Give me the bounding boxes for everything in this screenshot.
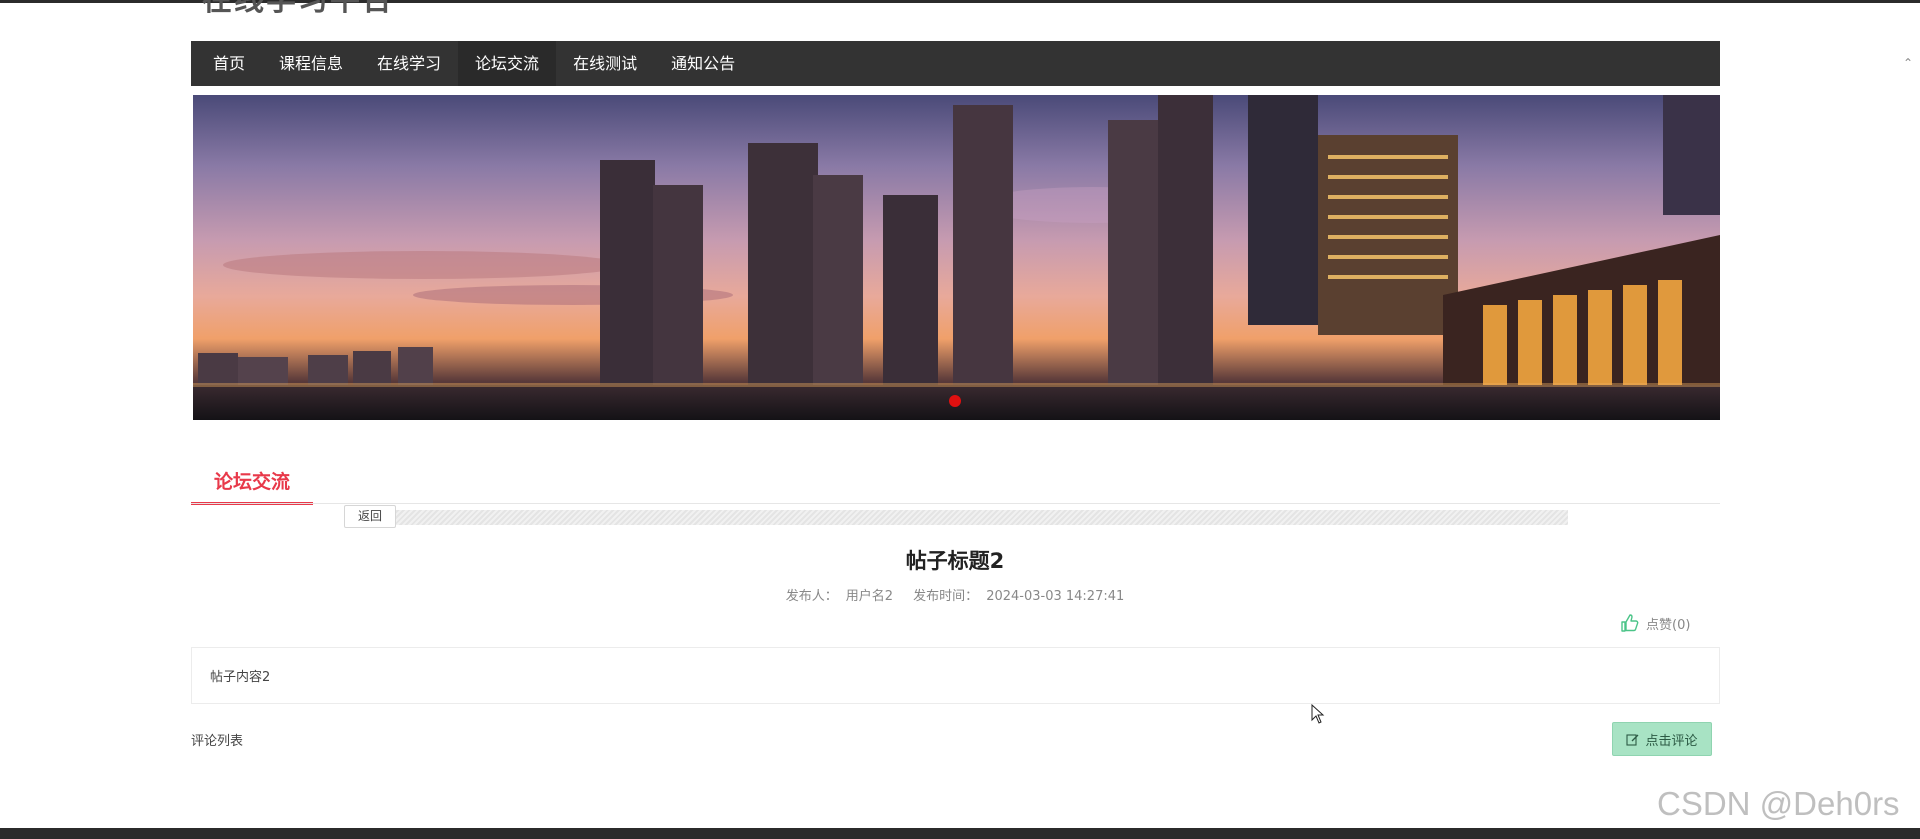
- nav-announcements[interactable]: 通知公告: [654, 41, 752, 86]
- like-button[interactable]: 点赞(0): [1620, 612, 1690, 634]
- back-button[interactable]: 返回: [344, 505, 396, 528]
- nav-courses[interactable]: 课程信息: [262, 41, 360, 86]
- add-comment-label: 点击评论: [1645, 733, 1698, 749]
- watermark: CSDN @Deh0rs: [1657, 785, 1900, 822]
- main-navbar: 首页 课程信息 在线学习 论坛交流 在线测试 通知公告: [191, 41, 1720, 86]
- nav-online-test[interactable]: 在线测试: [556, 41, 654, 86]
- back-bar-background: [394, 510, 1568, 525]
- publisher-name: 用户名2: [845, 589, 894, 604]
- edit-icon: [1626, 733, 1639, 746]
- banner-carousel[interactable]: [193, 95, 1720, 420]
- scroll-indicator: ⌃: [1903, 56, 1914, 70]
- mouse-cursor-icon: [1311, 704, 1325, 724]
- page-footer: [0, 828, 1920, 839]
- section-divider: [191, 503, 1720, 504]
- tab-forum[interactable]: 论坛交流: [191, 462, 313, 505]
- site-title: 在线学习平台: [202, 0, 394, 18]
- carousel-indicator-dot[interactable]: [949, 395, 961, 407]
- nav-forum[interactable]: 论坛交流: [458, 41, 557, 86]
- post-meta: 发布人： 用户名2 发布时间： 2024-03-03 14:27:41: [0, 585, 1910, 604]
- nav-online-learning[interactable]: 在线学习: [360, 41, 458, 86]
- post-title: 帖子标题2: [905, 549, 1005, 573]
- add-comment-button[interactable]: 点击评论: [1612, 722, 1712, 756]
- post-content-box: 帖子内容2: [191, 647, 1720, 704]
- publish-time: 2024-03-03 14:27:41: [986, 589, 1125, 604]
- publisher-label: 发布人：: [785, 589, 838, 604]
- post-content: 帖子内容2: [210, 670, 271, 685]
- like-count-label: 点赞(0): [1646, 617, 1691, 633]
- city-skyline-image: [193, 95, 1720, 420]
- nav-home[interactable]: 首页: [191, 41, 262, 86]
- comments-list-label: 评论列表: [191, 734, 244, 749]
- thumbs-up-icon: [1621, 614, 1639, 632]
- time-label: 发布时间：: [913, 589, 979, 604]
